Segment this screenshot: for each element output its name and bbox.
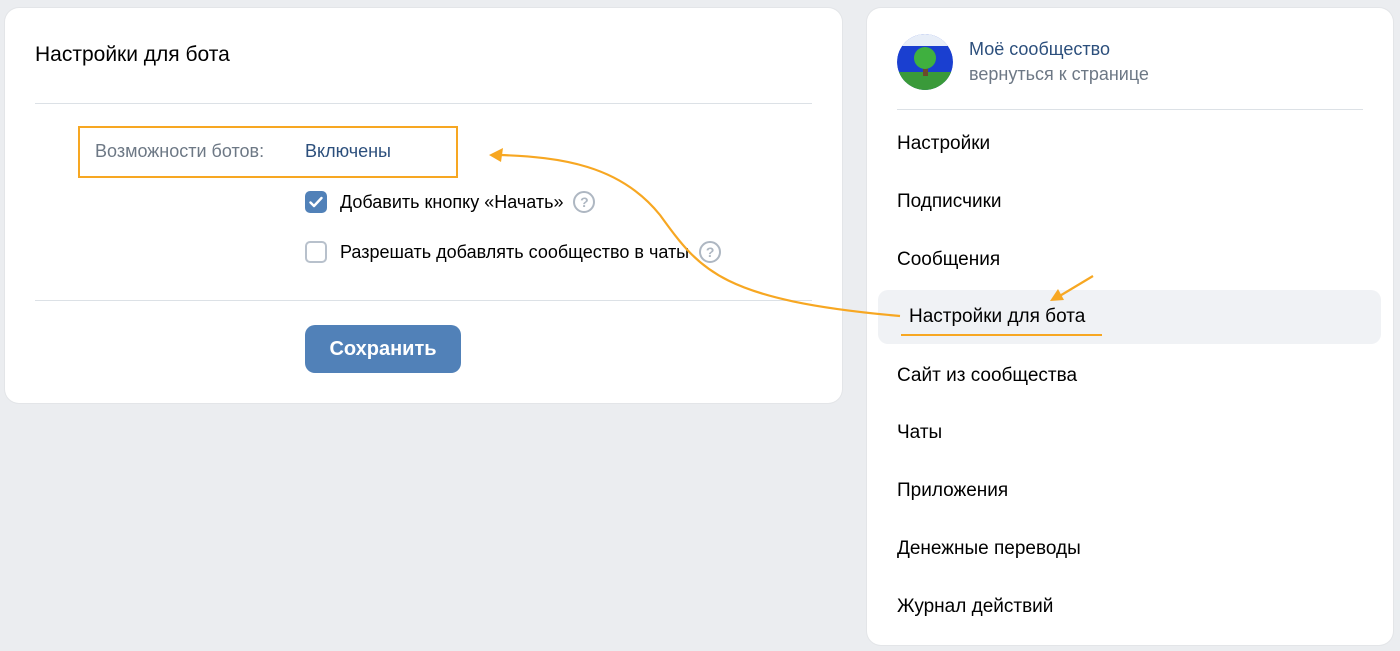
allow-chats-option[interactable]: Разрешать добавлять сообщество в чаты ? <box>305 241 722 263</box>
tree-globe-icon <box>897 34 953 90</box>
sidebar-item-settings[interactable]: Настройки <box>897 133 990 155</box>
sidebar-item-money-transfers[interactable]: Денежные переводы <box>897 538 1081 560</box>
sidebar-item-bot-settings[interactable]: Настройки для бота <box>909 306 1085 328</box>
sidebar-item-chats[interactable]: Чаты <box>897 422 942 444</box>
menu-divider <box>897 109 1363 110</box>
checkmark-icon <box>309 196 323 208</box>
page-title: Настройки для бота <box>35 43 230 66</box>
sidebar-item-messages[interactable]: Сообщения <box>897 249 1000 271</box>
header-divider <box>35 103 812 104</box>
save-button[interactable]: Сохранить <box>305 325 461 373</box>
community-name[interactable]: Моё сообщество <box>969 37 1149 62</box>
bot-capabilities-row: Возможности ботов: Включены <box>95 141 391 162</box>
help-icon[interactable]: ? <box>699 241 722 263</box>
community-menu: Моё сообщество вернуться к странице Наст… <box>867 8 1393 645</box>
start-button-checkbox[interactable] <box>305 191 327 213</box>
bot-settings-panel: Настройки для бота Возможности ботов: Вк… <box>5 8 842 403</box>
sidebar-item-apps[interactable]: Приложения <box>897 480 1008 502</box>
sidebar-item-community-site[interactable]: Сайт из сообщества <box>897 365 1077 387</box>
allow-chats-label: Разрешать добавлять сообщество в чаты <box>340 241 690 262</box>
footer-divider <box>35 300 812 301</box>
annotation-underline <box>901 334 1102 336</box>
sidebar-item-action-log[interactable]: Журнал действий <box>897 596 1053 618</box>
community-avatar[interactable] <box>897 34 953 90</box>
community-header[interactable]: Моё сообщество вернуться к странице <box>897 34 1149 90</box>
bot-capabilities-label: Возможности ботов: <box>95 141 265 161</box>
start-button-label: Добавить кнопку «Начать» <box>340 191 564 212</box>
allow-chats-checkbox[interactable] <box>305 241 327 263</box>
help-icon[interactable]: ? <box>573 191 596 213</box>
bot-capabilities-value[interactable]: Включены <box>305 141 391 162</box>
sidebar-item-subscribers[interactable]: Подписчики <box>897 191 1002 213</box>
start-button-option[interactable]: Добавить кнопку «Начать» ? <box>305 191 596 213</box>
back-to-page-link[interactable]: вернуться к странице <box>969 62 1149 87</box>
